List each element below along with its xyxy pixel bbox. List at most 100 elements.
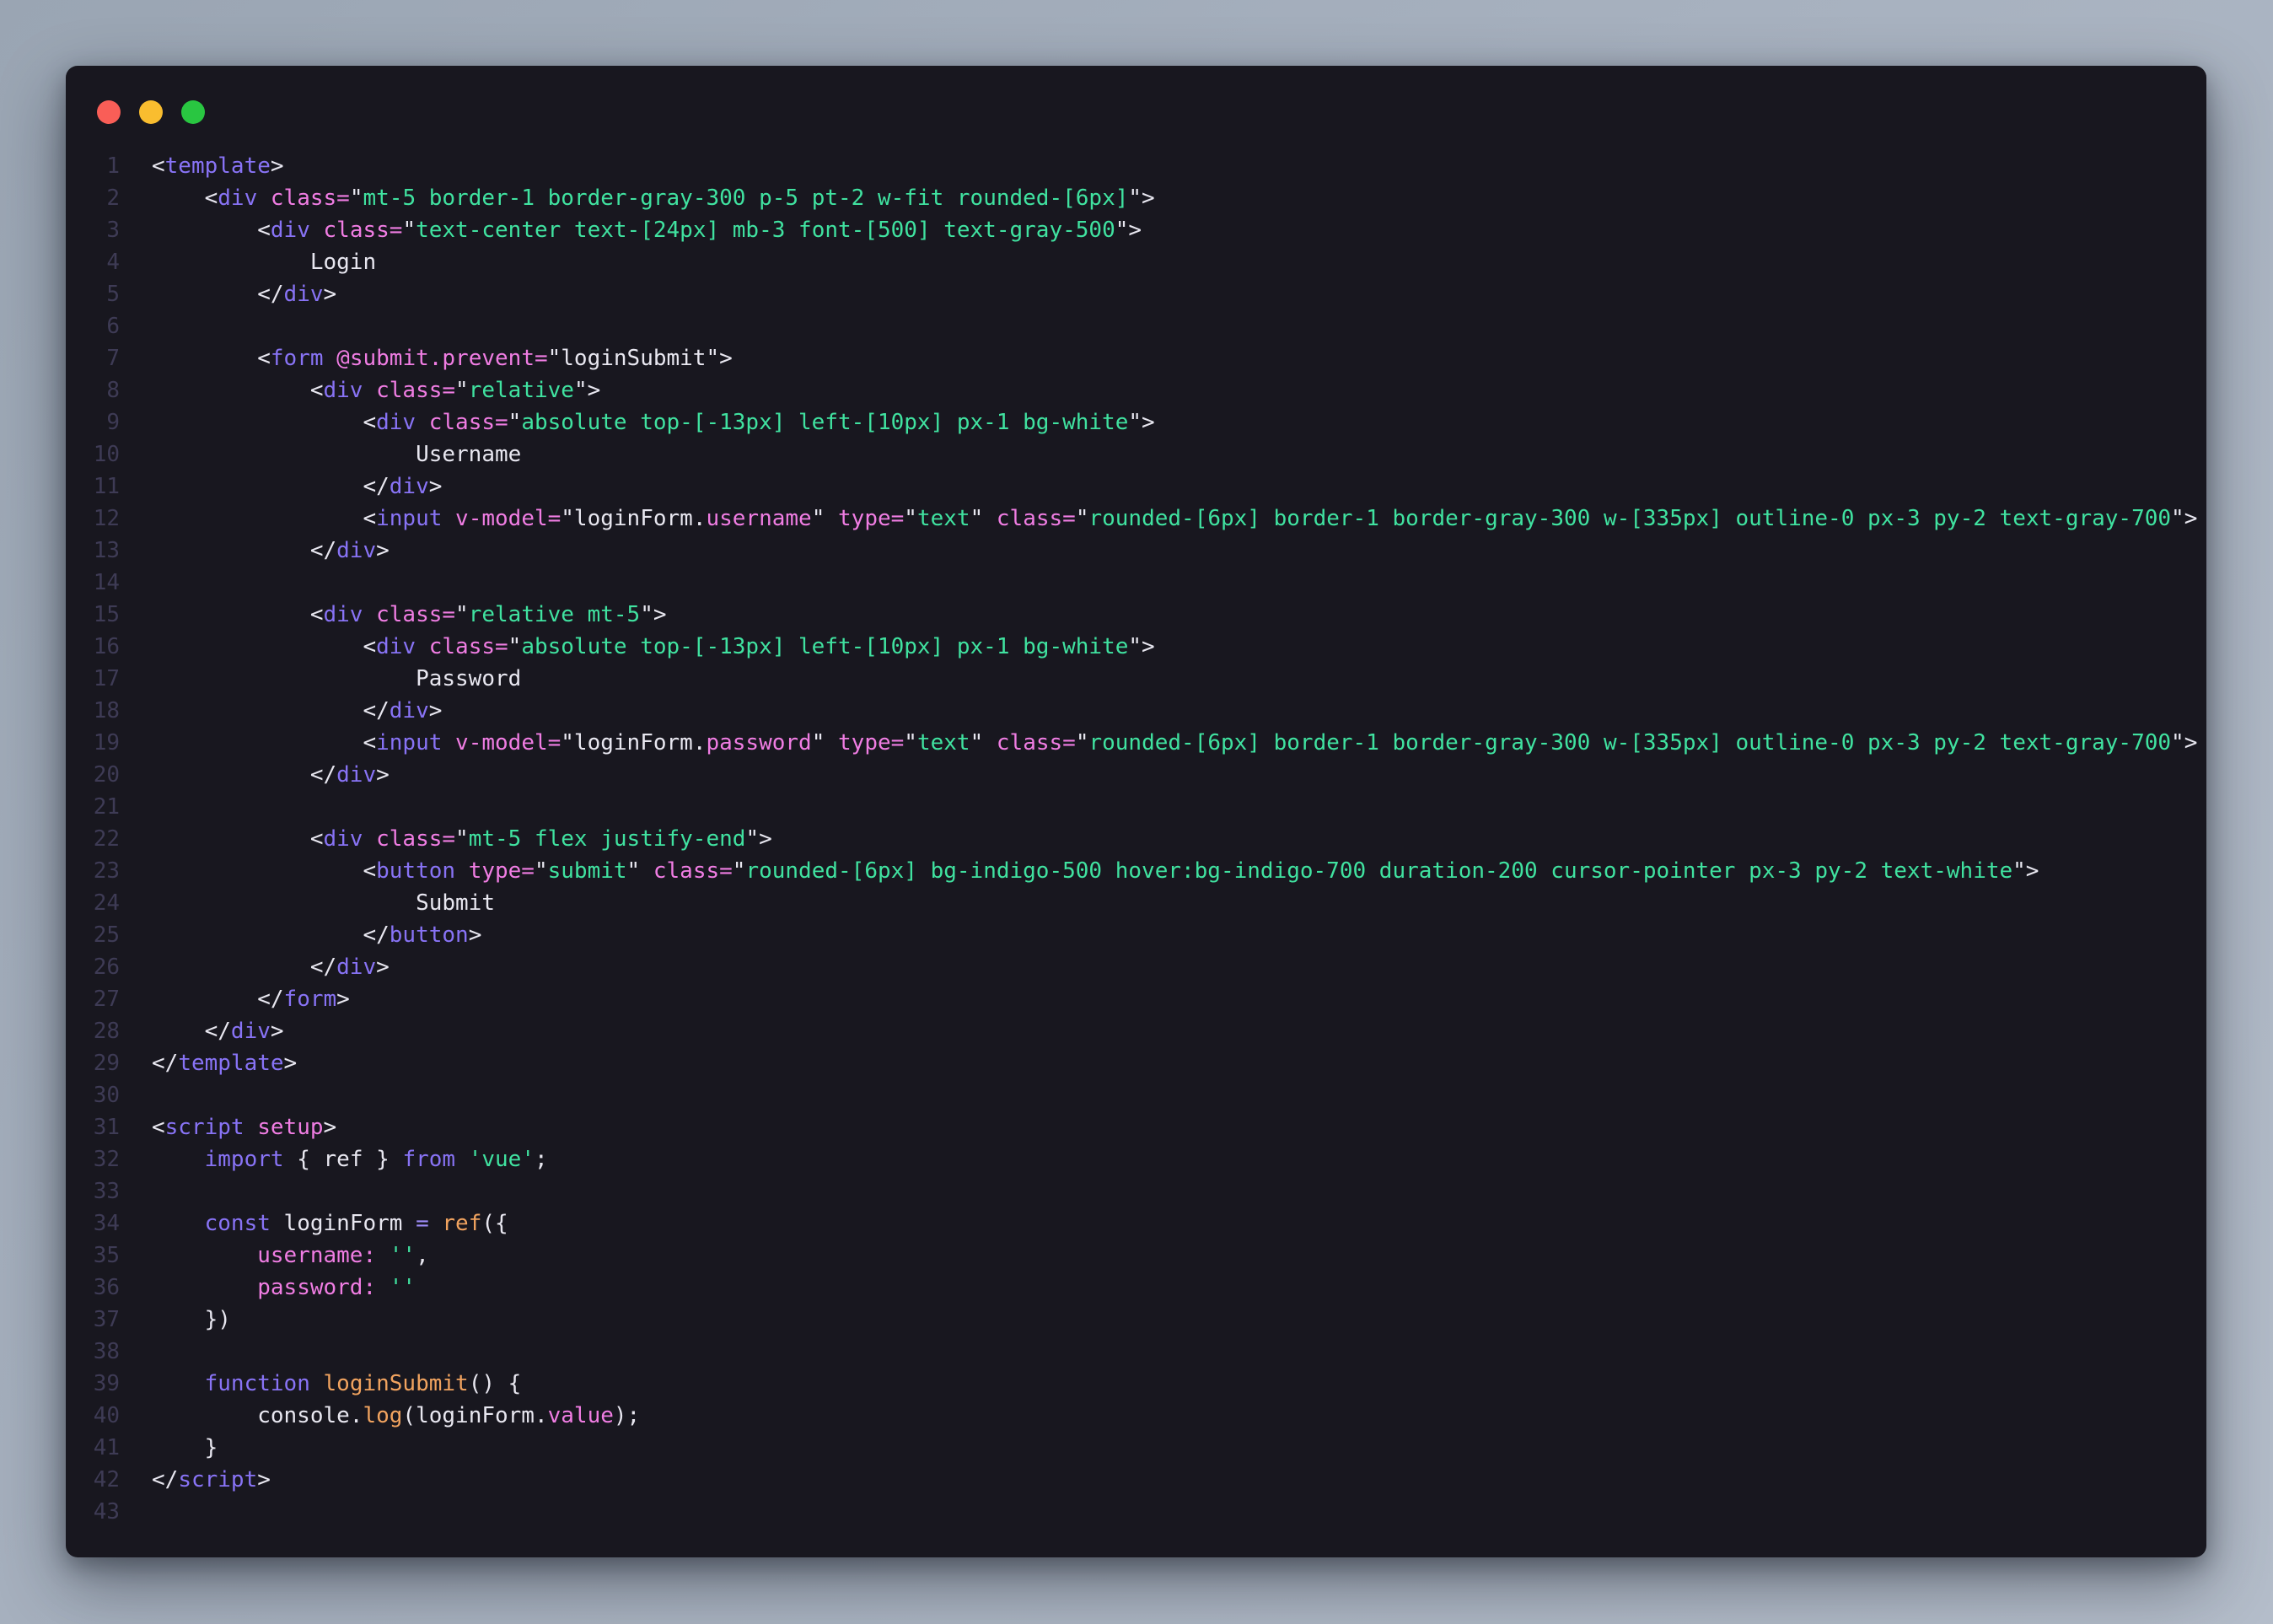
code-text: </div> [152,535,390,567]
line-number: 31 [66,1111,120,1143]
code-text: console.log(loginForm.value); [152,1400,640,1432]
line-number: 9 [66,406,120,438]
code-text: import { ref } from 'vue'; [152,1143,548,1175]
line-number: 8 [66,374,120,406]
code-line: 5 </div> [66,278,2198,310]
code-line: 22 <div class="mt-5 flex justify-end"> [66,823,2198,855]
line-number: 14 [66,567,120,599]
code-text: Login [152,246,376,278]
window-controls [97,100,205,124]
code-area[interactable]: 1 <template> 2 <div class="mt-5 border-1 b… [66,150,2198,1549]
line-number: 23 [66,855,120,887]
window-titlebar[interactable] [66,66,2206,142]
code-text: </button> [152,919,481,951]
code-text: function loginSubmit() { [152,1368,521,1400]
code-text: </div> [152,951,390,983]
line-number: 26 [66,951,120,983]
line-number: 41 [66,1432,120,1464]
code-text: Submit [152,887,495,919]
code-line: 41 } [66,1432,2198,1464]
code-text: </div> [152,1015,284,1047]
line-number: 11 [66,471,120,503]
code-line: 15 <div class="relative mt-5"> [66,599,2198,631]
code-text: </div> [152,278,336,310]
code-text: <script setup> [152,1111,336,1143]
code-line: 33 [66,1175,2198,1207]
line-number: 25 [66,919,120,951]
line-number: 35 [66,1240,120,1272]
code-text: <div class="absolute top-[-13px] left-[1… [152,631,1155,663]
line-number: 16 [66,631,120,663]
code-text: <form @submit.prevent="loginSubmit"> [152,342,733,374]
code-editor-window: 1 <template> 2 <div class="mt-5 border-1 b… [66,66,2206,1557]
code-text: Username [152,438,521,471]
line-number: 18 [66,695,120,727]
code-line: 13 </div> [66,535,2198,567]
line-number: 1 [66,150,120,182]
minimize-button[interactable] [139,100,163,124]
code-text: <div class="absolute top-[-13px] left-[1… [152,406,1155,438]
code-text: </div> [152,759,390,791]
line-number: 5 [66,278,120,310]
code-line: 9 <div class="absolute top-[-13px] left-… [66,406,2198,438]
code-line: 14 [66,567,2198,599]
code-line: 16 <div class="absolute top-[-13px] left… [66,631,2198,663]
line-number: 13 [66,535,120,567]
line-number: 33 [66,1175,120,1207]
code-line: 34 const loginForm = ref({ [66,1207,2198,1240]
code-line: 36 password: '' [66,1272,2198,1304]
line-number: 21 [66,791,120,823]
code-line: 42 </script> [66,1464,2198,1496]
code-text: </template> [152,1047,297,1079]
code-text: <template> [152,150,284,182]
code-line: 8 <div class="relative"> [66,374,2198,406]
code-line: 24 Submit [66,887,2198,919]
code-text: <input v-model="loginForm.username" type… [152,503,2197,535]
code-text: }) [152,1304,231,1336]
line-number: 10 [66,438,120,471]
code-text: } [152,1432,218,1464]
code-line: 11 </div> [66,471,2198,503]
code-line: 23 <button type="submit" class="rounded-… [66,855,2198,887]
close-button[interactable] [97,100,121,124]
line-number: 28 [66,1015,120,1047]
code-line: 10 Username [66,438,2198,471]
code-line: 20 </div> [66,759,2198,791]
code-text: <div class="relative mt-5"> [152,599,667,631]
line-number: 36 [66,1272,120,1304]
code-line: 28 </div> [66,1015,2198,1047]
line-number: 37 [66,1304,120,1336]
line-number: 39 [66,1368,120,1400]
line-number: 2 [66,182,120,214]
line-number: 43 [66,1496,120,1528]
code-line: 31 <script setup> [66,1111,2198,1143]
zoom-button[interactable] [181,100,205,124]
code-text: </div> [152,471,442,503]
code-text: <div class="mt-5 flex justify-end"> [152,823,772,855]
line-number: 15 [66,599,120,631]
line-number: 6 [66,310,120,342]
line-number: 40 [66,1400,120,1432]
code-text: <div class="mt-5 border-1 border-gray-30… [152,182,1155,214]
code-line: 17 Password [66,663,2198,695]
code-line: 12 <input v-model="loginForm.username" t… [66,503,2198,535]
code-line: 30 [66,1079,2198,1111]
line-number: 27 [66,983,120,1015]
code-text: <div class="relative"> [152,374,600,406]
code-text: <input v-model="loginForm.password" type… [152,727,2197,759]
code-line: 19 <input v-model="loginForm.password" t… [66,727,2198,759]
line-number: 42 [66,1464,120,1496]
code-text: username: '', [152,1240,429,1272]
line-number: 38 [66,1336,120,1368]
line-number: 19 [66,727,120,759]
code-line: 4 Login [66,246,2198,278]
code-line: 3 <div class="text-center text-[24px] mb… [66,214,2198,246]
code-line: 7 <form @submit.prevent="loginSubmit"> [66,342,2198,374]
line-number: 7 [66,342,120,374]
code-line: 6 [66,310,2198,342]
code-line: 38 [66,1336,2198,1368]
line-number: 4 [66,246,120,278]
line-number: 17 [66,663,120,695]
code-line: 35 username: '', [66,1240,2198,1272]
code-text: </script> [152,1464,271,1496]
